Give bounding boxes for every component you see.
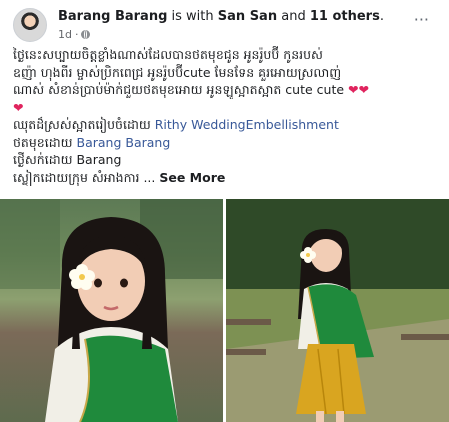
- author-name[interactable]: Barang Barang: [58, 9, 167, 24]
- caption-line-3-text: ណាស់ សំខាន់ប្រាប់ម៉ាក់ជួយថតមុខអោយ អូនឡូស…: [13, 82, 345, 97]
- photo-full-length-image: [226, 199, 449, 422]
- post-header: Barang Barang is with San San and 11 oth…: [58, 9, 384, 24]
- heart-emoji-icon: ❤❤: [348, 82, 369, 97]
- caption-line-5-text: ថតមុខដោយ: [13, 134, 73, 150]
- mention-rithy-wedding[interactable]: Rithy WeddingEmbellishment: [155, 117, 339, 132]
- see-more-link[interactable]: See More: [159, 170, 225, 185]
- caption-line-4: ឈុតដ៏ស្រស់ស្អាតរៀបចំដោយ Rithy WeddingEmb…: [13, 116, 438, 134]
- with-text: is with: [171, 9, 214, 24]
- caption-line-1: ថ្ងៃនេះសប្បាយចិត្តខ្លាំងណាស់ដែលបានថតមុខជ…: [13, 47, 323, 62]
- photo-portrait[interactable]: [0, 199, 223, 422]
- and-text: and: [281, 9, 306, 24]
- post-time[interactable]: 1d: [58, 28, 72, 41]
- caption-line-7-text: ស្លៀកដោយក្រុម សំអាងការ ...: [13, 169, 156, 185]
- mention-barang-barang[interactable]: Barang Barang: [77, 135, 171, 150]
- caption-line-3: ណាស់ សំខាន់ប្រាប់ម៉ាក់ជួយថតមុខអោយ អូនឡូស…: [13, 81, 438, 99]
- more-options-icon[interactable]: ···: [414, 12, 429, 28]
- tagged-others[interactable]: 11 others: [310, 9, 380, 24]
- author-avatar[interactable]: [13, 8, 47, 42]
- heart-emoji-icon: ❤: [13, 99, 24, 115]
- post-meta: 1d ·: [58, 28, 91, 41]
- caption-line-7: ស្លៀកដោយក្រុម សំអាងការ ... See More: [13, 169, 438, 187]
- meta-separator: ·: [74, 28, 79, 41]
- caption-line-6: ថ្ងើសក់ដោយ Barang: [13, 152, 122, 167]
- facebook-post: Barang Barang is with San San and 11 oth…: [0, 0, 449, 422]
- photo-portrait-image: [0, 199, 223, 422]
- globe-icon[interactable]: [81, 30, 91, 39]
- tagged-person[interactable]: San San: [218, 9, 277, 24]
- caption-line-5: ថតមុខដោយ Barang Barang: [13, 134, 438, 152]
- caption-line-4-text: ឈុតដ៏ស្រស់ស្អាតរៀបចំដោយ: [13, 117, 151, 132]
- post-caption: ថ្ងៃនេះសប្បាយចិត្តខ្លាំងណាស់ដែលបានថតមុខជ…: [13, 46, 438, 186]
- photo-full-length[interactable]: [226, 199, 449, 422]
- photo-grid: [0, 199, 449, 422]
- caption-line-2: ឧញ៉ា ហុងពីរ ម្ចាស់ប្រិកពេជ្រ អូនរ៉ូបប៊ីc…: [13, 64, 342, 80]
- caption-line-heart: ❤: [13, 99, 438, 117]
- header-period: .: [379, 9, 384, 24]
